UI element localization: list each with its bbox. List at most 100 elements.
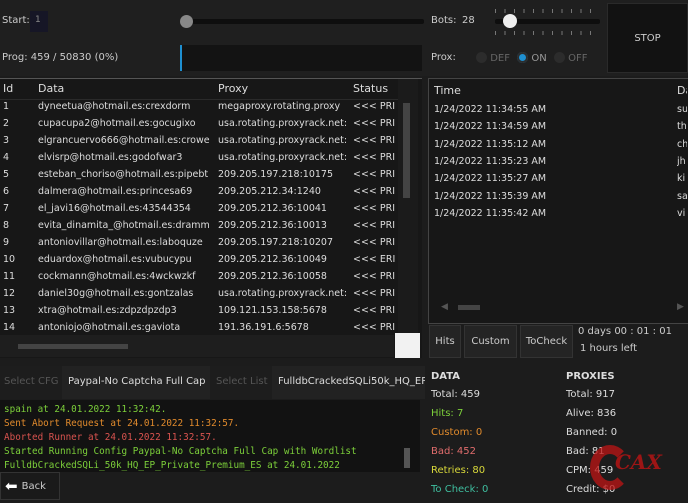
header-divider [0,99,398,100]
table-row[interactable]: 13 xtra@hotmail.es:zdpzdpzdp3 109.121.153.… [0,305,398,322]
cell-status: <<< PRI [353,101,396,112]
col-data[interactable]: Data [38,82,64,95]
select-cfg-button[interactable]: Select CFG [0,366,62,399]
cell-id: 10 [3,254,16,265]
cell-id: 13 [3,305,16,316]
scroll-right-icon[interactable]: ▶ [677,302,684,312]
cell-id: 5 [3,169,10,180]
cell-id: 9 [3,237,10,248]
prox-radio-off[interactable]: OFF [553,52,587,64]
prox-radio-on[interactable]: ON [517,52,547,64]
hit-row[interactable]: 1/24/2022 11:35:27 AM ki [429,173,687,190]
hit-row[interactable]: 1/24/2022 11:35:23 AM jh [429,156,687,173]
back-button[interactable]: ⬅ Back [0,472,60,500]
cell-id: 2 [3,118,10,129]
table-row[interactable]: 9 antoniovillar@hotmail.es:laboquze 209.20… [0,237,398,254]
prox-radio-def[interactable]: DEF [476,52,510,64]
cell-data: ki [677,173,686,185]
data-table: Id Data Proxy Status 1 dyneetua@hotmail.e… [0,78,422,358]
log-line: Aborted Runner at 24.01.2022 11:32:57. [4,432,217,443]
hits-table: Time Da 1/24/2022 11:34:55 AMsu1/24/2022… [428,78,688,324]
cell-data: eduardox@hotmail.es:vubucypu [38,254,192,265]
tocheck-button[interactable]: ToCheck [520,325,573,358]
cell-status: <<< PRI [353,169,396,180]
cell-proxy: 209.205.212.36:10041 [218,203,327,214]
table-row[interactable]: 5 esteban_choriso@hotmail.es:pipebt 209.20… [0,169,398,186]
h-scroll-thumb[interactable] [458,305,480,310]
table-row[interactable]: 7 el_javi16@hotmail.es:43544354 209.205.21… [0,203,398,220]
stat-item: Hits: 7 [431,408,464,419]
prog-label: Prog: 459 / 50830 (0%) [2,52,119,63]
cell-proxy: megaproxy.rotating.proxy [218,101,341,112]
hit-row[interactable]: 1/24/2022 11:35:12 AM ch [429,139,687,156]
hit-row[interactable]: 1/24/2022 11:35:39 AM sa [429,191,687,208]
start-input[interactable]: 1 [30,11,48,32]
scroll-thumb[interactable] [403,103,410,198]
table-row[interactable]: 2 cupacupa2@hotmail.es:gocugixo usa.rotati… [0,118,398,135]
cell-data: dyneetua@hotmail.es:crexdorm [38,101,191,112]
log-line: Sent Abort Request at 24.01.2022 11:32:5… [4,418,240,429]
cell-proxy: 191.36.191.6:5678 [218,322,309,333]
col-data[interactable]: Da [677,84,687,97]
prox-label: Prox: [431,52,456,63]
cell-id: 12 [3,288,16,299]
cell-status: <<< PRI [353,237,396,248]
stop-button[interactable]: STOP [607,3,688,73]
cell-status: <<< PRI [353,203,396,214]
bots-value: 28 [462,15,475,26]
h-scroll-thumb[interactable] [18,344,128,349]
log-lines: spain at 24.01.2022 11:32:42. Sent Abort … [4,403,357,473]
hit-row[interactable]: 1/24/2022 11:34:55 AM su [429,104,687,121]
cell-status: <<< PRI [353,118,396,129]
start-label: Start: [2,15,30,26]
table-row[interactable]: 1 dyneetua@hotmail.es:crexdorm megaproxy.r… [0,101,398,118]
table-row[interactable]: 4 elvisrp@hotmail.es:godofwar3 usa.rotatin… [0,152,398,169]
vertical-scrollbar[interactable] [398,79,418,335]
table-row[interactable]: 8 evita_dinamita_@hotmail.es:dramm 209.205… [0,220,398,237]
start-slider[interactable] [186,19,424,24]
cell-time: 1/24/2022 11:34:55 AM [434,104,547,115]
col-time[interactable]: Time [434,84,461,97]
cell-status: <<< PRI [353,305,396,316]
cell-id: 14 [3,322,16,333]
cell-status: <<< PRI [353,186,396,197]
cell-proxy: 209.205.197.218:10175 [218,169,334,180]
watermark-text: CAX [615,450,662,474]
bots-label: Bots: [431,15,457,26]
table-row[interactable]: 6 dalmera@hotmail.es:princesa69 209.205.21… [0,186,398,203]
cell-proxy: 209.205.197.218:10207 [218,237,334,248]
custom-button[interactable]: Custom [464,325,517,358]
hits-button[interactable]: Hits [429,325,461,358]
hit-row[interactable]: 1/24/2022 11:34:59 AM th [429,121,687,138]
cell-data: sa [677,190,687,202]
cell-data: su [677,104,687,115]
cell-time: 1/24/2022 11:35:39 AM [434,190,547,202]
col-proxy[interactable]: Proxy [218,82,248,95]
table-row[interactable]: 11 cockmann@hotmail.es:4wckwzkf 209.205.21… [0,271,398,288]
bots-slider-knob[interactable] [503,14,517,28]
start-slider-knob[interactable] [180,15,193,28]
horizontal-scrollbar[interactable] [0,335,394,357]
hit-row[interactable]: 1/24/2022 11:35:42 AM vi [429,208,687,225]
back-arrow-icon: ⬅ [5,477,18,495]
scroll-left-icon[interactable]: ◀ [441,302,448,312]
log-line: FulldbCrackedSQLi_50k_HQ_EP_Private_Prem… [4,460,340,471]
table-row[interactable]: 10 eduardox@hotmail.es:vubucypu 209.205.21… [0,254,398,271]
log-scrollbar[interactable] [404,448,410,468]
table-row[interactable]: 12 daniel30g@hotmail.es:gontzalas usa.rota… [0,288,398,305]
cfg-name: Paypal-No Captcha Full Cap [68,376,206,387]
col-status[interactable]: Status [353,82,388,95]
cell-proxy: 209.205.212.34:1240 [218,186,321,197]
cell-time: 1/24/2022 11:35:42 AM [434,207,547,219]
select-list-button[interactable]: Select List [210,366,272,399]
list-name: FulldbCrackedSQLi50k_HQ_EP_ [278,376,425,387]
cell-status: <<< PRI [353,322,396,333]
cell-id: 8 [3,220,10,231]
cell-status: <<< PRI [353,288,396,299]
hits-h-scrollbar[interactable]: ◀ ▶ [429,296,687,321]
col-id[interactable]: Id [3,82,13,95]
table-row[interactable]: 3 elgrancuervo666@hotmail.es:crowe usa.rot… [0,135,398,152]
stat-item: Total: 917 [566,389,615,400]
cell-data: cupacupa2@hotmail.es:gocugixo [38,118,196,129]
log-panel: spain at 24.01.2022 11:32:42. Sent Abort … [0,400,420,472]
